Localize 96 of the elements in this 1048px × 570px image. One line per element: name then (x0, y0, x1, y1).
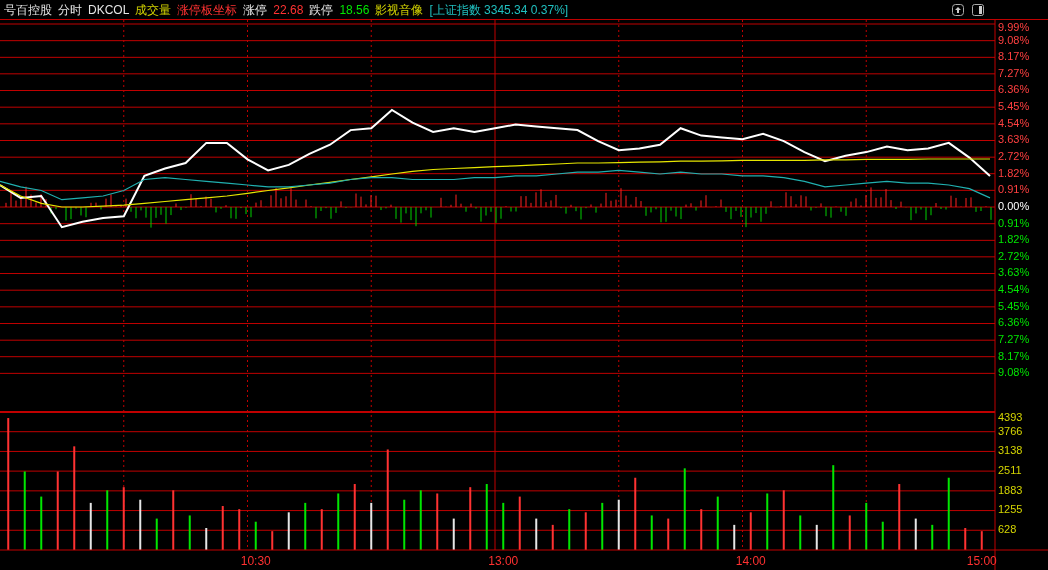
header-text: 号百控股 (4, 1, 52, 19)
volume-bar (188, 515, 191, 550)
volume-bar (964, 528, 967, 550)
time-label: 15:00 (966, 554, 997, 569)
volume-bar (617, 499, 620, 550)
volume-bar (271, 531, 274, 550)
axis-label: 4.54% (998, 283, 1030, 296)
axis-label: 0.00% (998, 199, 1030, 212)
header-text: 涨停板坐标 (177, 1, 238, 19)
volume-bar (914, 518, 917, 550)
header-text: 分时 (58, 1, 82, 19)
volume-bar (287, 512, 290, 550)
volume-bar (485, 484, 488, 550)
volume-bar (815, 524, 818, 550)
volume-bar (898, 484, 901, 550)
volume-bar (353, 484, 356, 550)
header-text: 18.56 (339, 1, 370, 19)
volume-bar (205, 528, 208, 550)
header-text: [上证指数 3345.34 0.37%] (429, 1, 569, 19)
header-text: 成交量 (135, 1, 172, 19)
volume-bar (848, 515, 851, 550)
volume-bar (799, 515, 802, 550)
volume-bar (40, 496, 43, 550)
volume-bar (766, 493, 769, 550)
axis-label: 1.82% (998, 166, 1030, 179)
volume-bar (469, 487, 472, 550)
volume-bar (881, 521, 884, 550)
axis-label: 8.17% (998, 349, 1030, 362)
volume-bar (980, 531, 983, 550)
header-text: 22.68 (273, 1, 304, 19)
volume-bar (221, 506, 224, 550)
volume-bar (518, 496, 521, 550)
axis-label: 1255 (998, 503, 1023, 516)
volume-bar (106, 490, 109, 550)
volume-bar (89, 502, 92, 550)
volume-bar (535, 518, 538, 550)
time-label: 14:00 (735, 554, 766, 569)
volume-bar (931, 524, 934, 550)
volume-bar (304, 502, 307, 550)
axis-label: 628 (998, 523, 1017, 536)
axis-label: 2.72% (998, 249, 1030, 262)
panel-icon[interactable] (972, 3, 984, 16)
axis-label: 8.17% (998, 50, 1030, 63)
volume-bar (155, 518, 158, 550)
volume-bar (733, 524, 736, 550)
axis-label: 7.27% (998, 333, 1030, 346)
volume-bar (650, 515, 653, 550)
volume-bar (716, 496, 719, 550)
volume-bar (452, 518, 455, 550)
axis-label: 0.91% (998, 216, 1030, 229)
volume-bar (172, 490, 175, 550)
axis-label: 2511 (998, 464, 1022, 477)
volume-bar (238, 509, 241, 550)
volume-bar (502, 502, 505, 550)
volume-bar (254, 521, 257, 550)
axis-label: 5.45% (998, 100, 1030, 113)
axis-label: 2.72% (998, 150, 1030, 163)
volume-bar (865, 502, 868, 550)
time-label: 13:00 (488, 554, 519, 569)
axis-label: 4.54% (998, 116, 1030, 129)
volume-bar (139, 499, 142, 550)
volume-bar (320, 509, 323, 550)
volume-bar (551, 524, 554, 550)
axis-label: 9.08% (998, 33, 1030, 46)
axis-label: 3.63% (998, 266, 1030, 279)
axis-label: 9.08% (998, 366, 1030, 379)
volume-bar (122, 487, 125, 550)
volume-bar (667, 518, 670, 550)
axis-label: 1.82% (998, 233, 1030, 246)
volume-bar (568, 509, 571, 550)
volume-bar (749, 512, 752, 550)
axis-label: 1883 (998, 483, 1023, 496)
axis-label: 6.36% (998, 83, 1030, 96)
axis-label: 9.99% (998, 20, 1030, 33)
volume-bar (419, 490, 422, 550)
volume-bar (584, 512, 587, 550)
axis-label: 0.91% (998, 183, 1030, 196)
volume-bar (403, 499, 406, 550)
axis-label: 3138 (998, 444, 1023, 457)
time-label: 10:30 (240, 554, 271, 569)
axis-label: 7.27% (998, 66, 1030, 79)
axis-label: 6.36% (998, 316, 1030, 329)
axis-label: 3.63% (998, 133, 1030, 146)
volume-bar (601, 502, 604, 550)
volume-bar (337, 493, 340, 550)
header-text: 跌停 (309, 1, 334, 19)
axis-label: 3766 (998, 424, 1023, 437)
header-text: DKCOL (88, 1, 130, 19)
axis-label: 4393 (998, 410, 1023, 423)
volume-bar (370, 502, 373, 550)
volume-bar (700, 509, 703, 550)
volume-bar (782, 490, 785, 550)
volume-bar (436, 493, 439, 550)
header-text: 影视音像 (375, 1, 424, 19)
header-text: 涨停 (243, 1, 268, 19)
axis-label: 5.45% (998, 299, 1030, 312)
